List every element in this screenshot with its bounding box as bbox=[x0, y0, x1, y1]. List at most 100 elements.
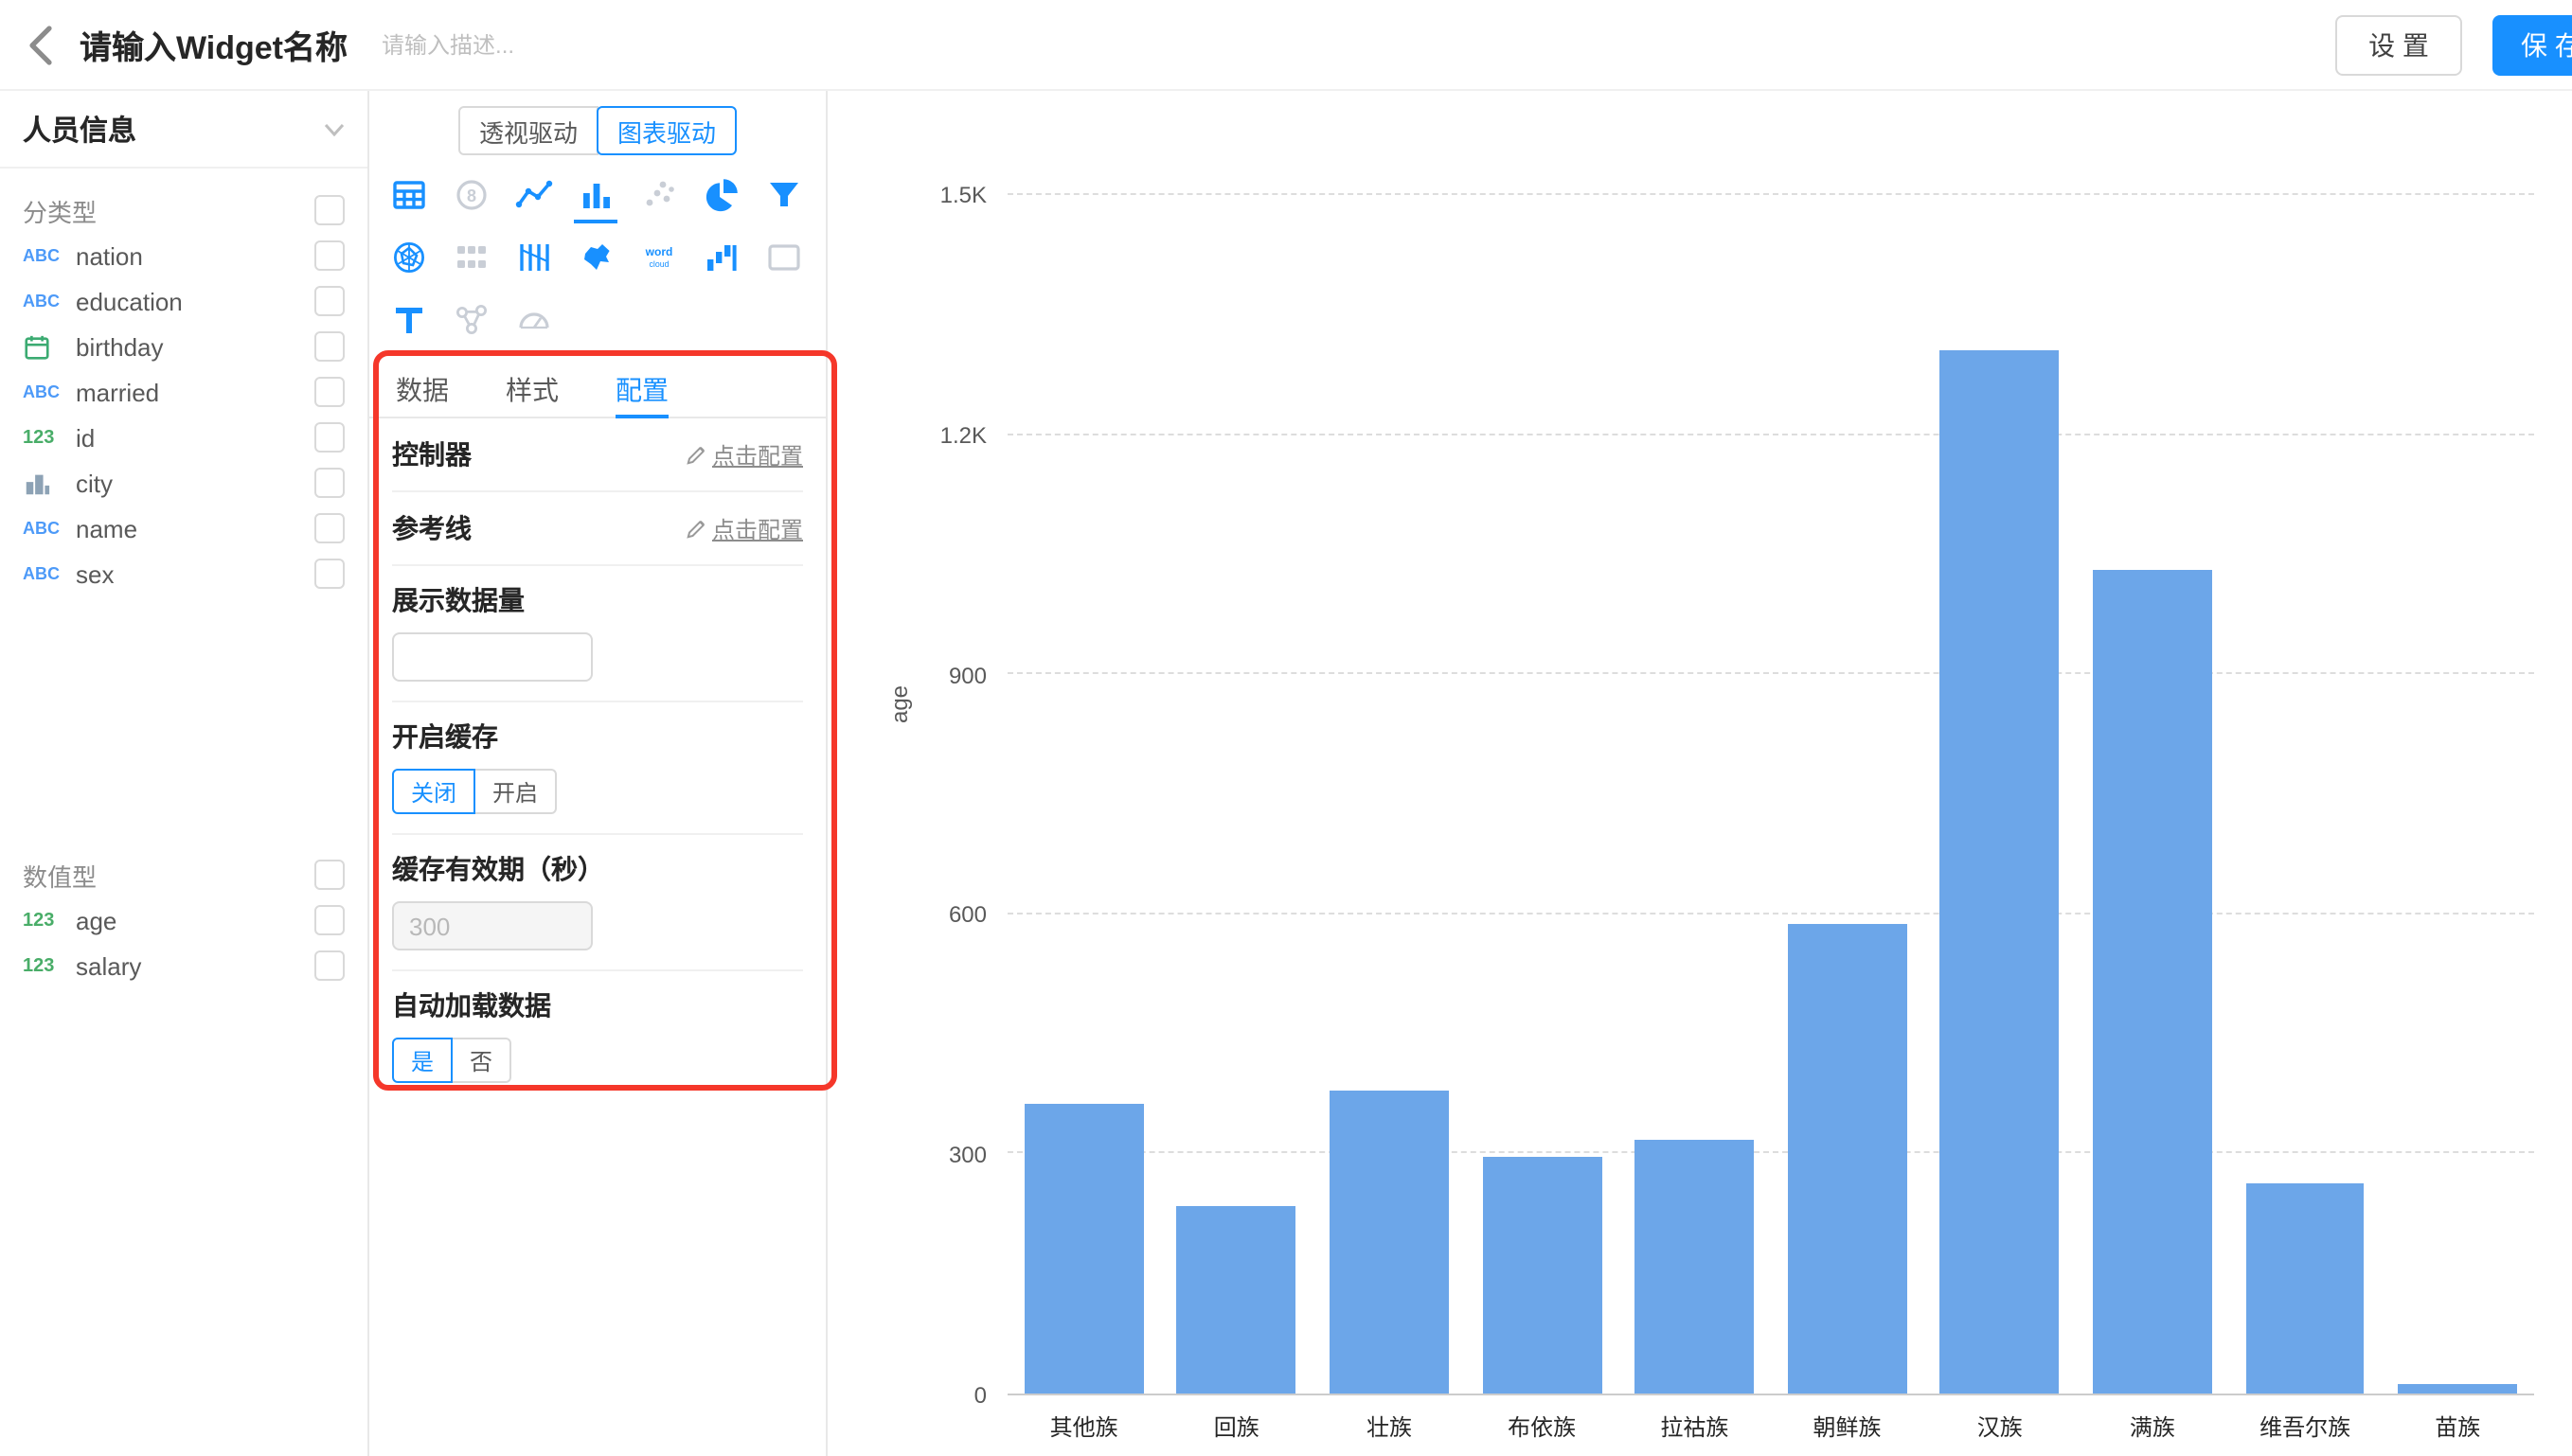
field-checkbox[interactable] bbox=[314, 513, 345, 543]
field-row-birthday[interactable]: birthday bbox=[23, 324, 345, 369]
widget-title[interactable]: 请输入Widget名称 bbox=[80, 21, 348, 68]
bar-slot bbox=[2382, 195, 2534, 1394]
field-name: birthday bbox=[76, 332, 314, 361]
field-type-number: 123 bbox=[23, 955, 76, 976]
chevron-down-icon bbox=[324, 122, 345, 135]
radar-chart-icon[interactable] bbox=[377, 225, 439, 288]
line-chart-icon[interactable] bbox=[502, 163, 564, 225]
field-row-id[interactable]: 123 id bbox=[23, 415, 345, 460]
field-checkbox[interactable] bbox=[314, 422, 345, 453]
auto-load-no-button[interactable]: 否 bbox=[451, 1038, 511, 1083]
field-row-salary[interactable]: 123 salary bbox=[23, 943, 345, 988]
field-name: name bbox=[76, 514, 314, 542]
field-sidebar: 人员信息 分类型 ABC nation ABC education bbox=[0, 91, 369, 1456]
bar-回族 bbox=[1177, 1206, 1296, 1394]
word-cloud-chart-icon[interactable]: wordcloud bbox=[627, 225, 689, 288]
field-name: nation bbox=[76, 241, 314, 270]
controller-configure-link[interactable]: 点击配置 bbox=[686, 438, 803, 471]
field-row-name[interactable]: ABC name bbox=[23, 506, 345, 551]
mode-chart-button[interactable]: 图表驱动 bbox=[597, 106, 737, 155]
bar-苗族 bbox=[2398, 1384, 2517, 1394]
display-count-label: 展示数据量 bbox=[392, 581, 803, 619]
configure-link-label: 点击配置 bbox=[712, 438, 803, 471]
svg-text:cloud: cloud bbox=[648, 258, 668, 268]
svg-text:word: word bbox=[644, 244, 672, 257]
table-chart-icon[interactable] bbox=[377, 163, 439, 225]
field-checkbox[interactable] bbox=[314, 950, 345, 981]
section-checkbox[interactable] bbox=[314, 860, 345, 890]
bar-chart-icon[interactable] bbox=[564, 163, 627, 225]
field-row-sex[interactable]: ABC sex bbox=[23, 551, 345, 596]
bar-满族 bbox=[2093, 569, 2212, 1394]
cache-ttl-input[interactable] bbox=[392, 901, 593, 950]
field-row-married[interactable]: ABC married bbox=[23, 369, 345, 415]
y-tick-label: 1.2K bbox=[940, 422, 987, 449]
field-row-education[interactable]: ABC education bbox=[23, 278, 345, 324]
bar-slot bbox=[1466, 195, 1618, 1394]
y-tick-label: 1.5K bbox=[940, 182, 987, 208]
x-tick-label: 苗族 bbox=[2382, 1411, 2534, 1443]
y-tick-label: 600 bbox=[949, 902, 987, 929]
auto-load-yes-button[interactable]: 是 bbox=[392, 1038, 453, 1083]
chevron-left-icon bbox=[27, 24, 53, 65]
field-checkbox[interactable] bbox=[314, 240, 345, 271]
reference-line-row: 参考线 点击配置 bbox=[392, 492, 803, 566]
dataset-name: 人员信息 bbox=[23, 109, 136, 149]
scatter-chart-icon[interactable] bbox=[627, 163, 689, 225]
description-input[interactable] bbox=[378, 29, 670, 60]
relation-graph-chart-icon[interactable] bbox=[439, 288, 502, 350]
field-checkbox[interactable] bbox=[314, 905, 345, 935]
tab-data[interactable]: 数据 bbox=[396, 362, 449, 417]
field-checkbox[interactable] bbox=[314, 286, 345, 316]
section-numeric: 数值型 bbox=[23, 852, 345, 897]
reference-line-configure-link[interactable]: 点击配置 bbox=[686, 512, 803, 544]
waterfall-chart-icon[interactable] bbox=[689, 225, 752, 288]
gauge-chart-icon[interactable] bbox=[502, 288, 564, 350]
dataset-selector[interactable]: 人员信息 bbox=[0, 91, 367, 169]
parallel-chart-icon[interactable] bbox=[502, 225, 564, 288]
iframe-chart-icon[interactable] bbox=[752, 225, 814, 288]
pie-chart-icon[interactable] bbox=[689, 163, 752, 225]
bar-其他族 bbox=[1025, 1105, 1144, 1394]
pivot-table-chart-icon[interactable] bbox=[439, 225, 502, 288]
bar-slot bbox=[1923, 195, 2076, 1394]
settings-button[interactable]: 设 置 bbox=[2335, 15, 2462, 76]
x-tick-label: 壮族 bbox=[1313, 1411, 1465, 1443]
field-row-nation[interactable]: ABC nation bbox=[23, 233, 345, 278]
field-row-age[interactable]: 123 age bbox=[23, 897, 345, 943]
widget-editor: 请输入Widget名称 设 置 保 存 人员信息 分类型 ABC nation bbox=[0, 0, 2572, 1456]
svg-text:8: 8 bbox=[466, 186, 475, 204]
auto-load-toggle: 是 否 bbox=[392, 1038, 511, 1083]
field-type-string: ABC bbox=[23, 564, 76, 583]
x-tick-label: 其他族 bbox=[1008, 1411, 1160, 1443]
controller-label: 控制器 bbox=[392, 435, 472, 473]
text-chart-icon[interactable] bbox=[377, 288, 439, 350]
x-tick-label: 维吾尔族 bbox=[2229, 1411, 2382, 1443]
save-button[interactable]: 保 存 bbox=[2492, 15, 2572, 76]
field-row-city[interactable]: city bbox=[23, 460, 345, 506]
builder-tabs: 数据 样式 配置 bbox=[369, 362, 826, 418]
chart-type-picker: 8 bbox=[369, 163, 826, 350]
field-checkbox[interactable] bbox=[314, 468, 345, 498]
field-name: married bbox=[76, 378, 314, 406]
x-tick-label: 拉祜族 bbox=[1618, 1411, 1771, 1443]
tab-style[interactable]: 样式 bbox=[506, 362, 559, 417]
tab-config[interactable]: 配置 bbox=[616, 362, 669, 417]
mode-pivot-button[interactable]: 透视驱动 bbox=[458, 106, 598, 155]
field-checkbox[interactable] bbox=[314, 331, 345, 362]
calendar-icon bbox=[23, 332, 76, 361]
field-checkbox[interactable] bbox=[314, 559, 345, 589]
x-tick-label: 汉族 bbox=[1923, 1411, 2076, 1443]
cache-on-button[interactable]: 开启 bbox=[473, 769, 557, 814]
field-checkbox[interactable] bbox=[314, 377, 345, 407]
config-panel: 控制器 点击配置 参考线 点击配置 展示数据量 bbox=[369, 418, 826, 1102]
scorecard-chart-icon[interactable]: 8 bbox=[439, 163, 502, 225]
back-button[interactable] bbox=[0, 0, 80, 90]
funnel-chart-icon[interactable] bbox=[752, 163, 814, 225]
display-count-input[interactable] bbox=[392, 632, 593, 682]
city-icon bbox=[23, 469, 76, 497]
section-checkbox[interactable] bbox=[314, 195, 345, 225]
cache-off-button[interactable]: 关闭 bbox=[392, 769, 475, 814]
configure-link-label: 点击配置 bbox=[712, 512, 803, 544]
china-map-chart-icon[interactable] bbox=[564, 225, 627, 288]
